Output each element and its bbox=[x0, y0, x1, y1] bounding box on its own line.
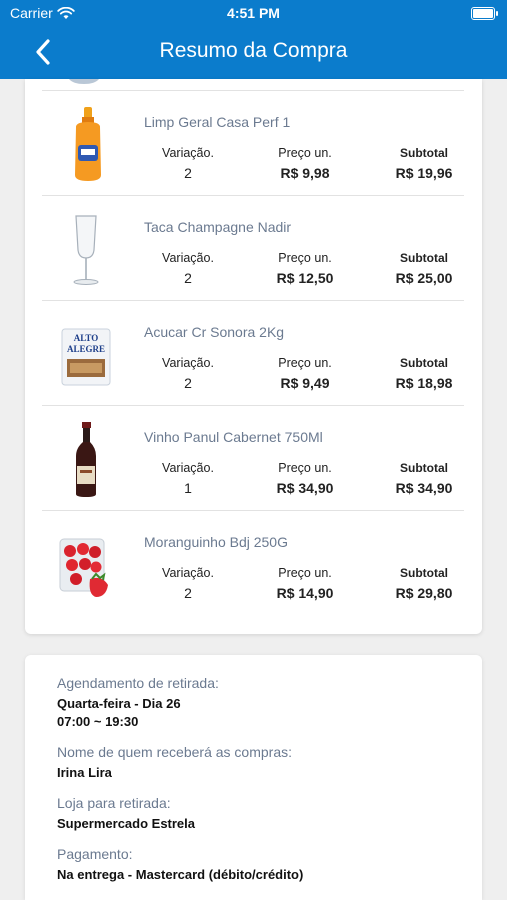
subtotal-label: Subtotal bbox=[400, 461, 448, 475]
variation-label: Variação. bbox=[162, 461, 214, 475]
subtotal-value: R$ 25,00 bbox=[395, 270, 453, 286]
unit-price-value: R$ 9,98 bbox=[280, 165, 330, 181]
cart-item[interactable]: Moranguinho Bdj 250G Variação. 2 Preço u… bbox=[42, 510, 464, 615]
subtotal-value: R$ 34,90 bbox=[395, 480, 453, 496]
payment-value: Na entrega - Mastercard (débito/crédito) bbox=[57, 867, 304, 882]
item-name: Limp Geral Casa Perf 1 bbox=[144, 114, 291, 130]
variation-label: Variação. bbox=[162, 251, 214, 265]
unit-price-column: Preço un. R$ 34,90 bbox=[269, 459, 341, 496]
variation-value: 1 bbox=[184, 480, 192, 496]
unit-price-column: Preço un. R$ 12,50 bbox=[269, 249, 341, 286]
subtotal-column: Subtotal R$ 19,96 bbox=[386, 144, 462, 181]
subtotal-label: Subtotal bbox=[400, 146, 448, 160]
variation-value: 2 bbox=[184, 585, 192, 601]
order-details-card: Agendamento de retirada: Quarta-feira - … bbox=[25, 655, 482, 900]
cart-item[interactable]: Vinho Panul Cabernet 750Ml Variação. 1 P… bbox=[42, 405, 464, 510]
unit-price-value: R$ 14,90 bbox=[276, 585, 334, 601]
unit-price-value: R$ 34,90 bbox=[276, 480, 334, 496]
variation-column: Variação. 2 bbox=[155, 354, 221, 391]
variation-value: 2 bbox=[184, 270, 192, 286]
unit-price-label: Preço un. bbox=[278, 566, 332, 580]
clock: 4:51 PM bbox=[227, 5, 280, 21]
unit-price-column: Preço un. R$ 9,49 bbox=[269, 354, 341, 391]
unit-price-column: Preço un. R$ 14,90 bbox=[269, 564, 341, 601]
item-name: Moranguinho Bdj 250G bbox=[144, 534, 288, 550]
strawberry-box-icon bbox=[56, 525, 116, 603]
unit-price-value: R$ 12,50 bbox=[276, 270, 334, 286]
store-name: Supermercado Estrela bbox=[57, 816, 196, 831]
variation-label: Variação. bbox=[162, 356, 214, 370]
partial-product-thumbnail bbox=[69, 79, 99, 84]
subtotal-column: Subtotal R$ 25,00 bbox=[386, 249, 462, 286]
pickup-day: Quarta-feira - Dia 26 bbox=[57, 696, 181, 711]
subtotal-column: Subtotal R$ 34,90 bbox=[386, 459, 462, 496]
sugar-brand-logo-line-2: ALEGRE bbox=[67, 344, 105, 354]
battery-icon bbox=[471, 7, 498, 20]
variation-label: Variação. bbox=[162, 146, 214, 160]
subtotal-label: Subtotal bbox=[400, 566, 448, 580]
item-name: Vinho Panul Cabernet 750Ml bbox=[144, 429, 323, 445]
pickup-schedule-label: Agendamento de retirada: bbox=[57, 675, 219, 691]
unit-price-label: Preço un. bbox=[278, 146, 332, 160]
wine-bottle-icon bbox=[56, 420, 116, 498]
subtotal-value: R$ 18,98 bbox=[395, 375, 453, 391]
cart-item[interactable]: Limp Geral Casa Perf 1 Variação. 2 Preço… bbox=[42, 90, 464, 195]
item-name: Taca Champagne Nadir bbox=[144, 219, 292, 235]
receiver-name: Irina Lira bbox=[57, 765, 112, 780]
unit-price-label: Preço un. bbox=[278, 251, 332, 265]
subtotal-label: Subtotal bbox=[400, 251, 448, 265]
page-title: Resumo da Compra bbox=[159, 39, 348, 62]
sugar-bag-icon: ALTO ALEGRE bbox=[56, 315, 116, 393]
variation-column: Variação. 2 bbox=[155, 249, 221, 286]
subtotal-value: R$ 19,96 bbox=[395, 165, 453, 181]
subtotal-column: Subtotal R$ 18,98 bbox=[386, 354, 462, 391]
sugar-brand-logo-line-1: ALTO bbox=[74, 333, 99, 343]
variation-value: 2 bbox=[184, 165, 192, 181]
status-bar: Carrier 4:51 PM bbox=[0, 0, 507, 28]
cart-item[interactable]: ALTO ALEGRE Acucar Cr Sonora 2Kg Variaçã… bbox=[42, 300, 464, 405]
variation-column: Variação. 1 bbox=[155, 459, 221, 496]
subtotal-column: Subtotal R$ 29,80 bbox=[386, 564, 462, 601]
subtotal-value: R$ 29,80 bbox=[395, 585, 453, 601]
unit-price-value: R$ 9,49 bbox=[280, 375, 330, 391]
navigation-bar: Carrier 4:51 PM Resumo da Compra bbox=[0, 0, 507, 79]
variation-column: Variação. 2 bbox=[155, 144, 221, 181]
receiver-label: Nome de quem receberá as compras: bbox=[57, 744, 292, 760]
store-label: Loja para retirada: bbox=[57, 795, 171, 811]
cart-items-card: Limp Geral Casa Perf 1 Variação. 2 Preço… bbox=[25, 79, 482, 634]
champagne-glass-icon bbox=[56, 210, 116, 288]
pickup-time: 07:00 ~ 19:30 bbox=[57, 714, 139, 729]
payment-label: Pagamento: bbox=[57, 846, 133, 862]
item-name: Acucar Cr Sonora 2Kg bbox=[144, 324, 285, 340]
unit-price-label: Preço un. bbox=[278, 461, 332, 475]
cleaner-bottle-icon bbox=[56, 105, 116, 183]
subtotal-label: Subtotal bbox=[400, 356, 448, 370]
unit-price-column: Preço un. R$ 9,98 bbox=[269, 144, 341, 181]
unit-price-label: Preço un. bbox=[278, 356, 332, 370]
cart-item[interactable]: Taca Champagne Nadir Variação. 2 Preço u… bbox=[42, 195, 464, 300]
variation-label: Variação. bbox=[162, 566, 214, 580]
variation-value: 2 bbox=[184, 375, 192, 391]
variation-column: Variação. 2 bbox=[155, 564, 221, 601]
